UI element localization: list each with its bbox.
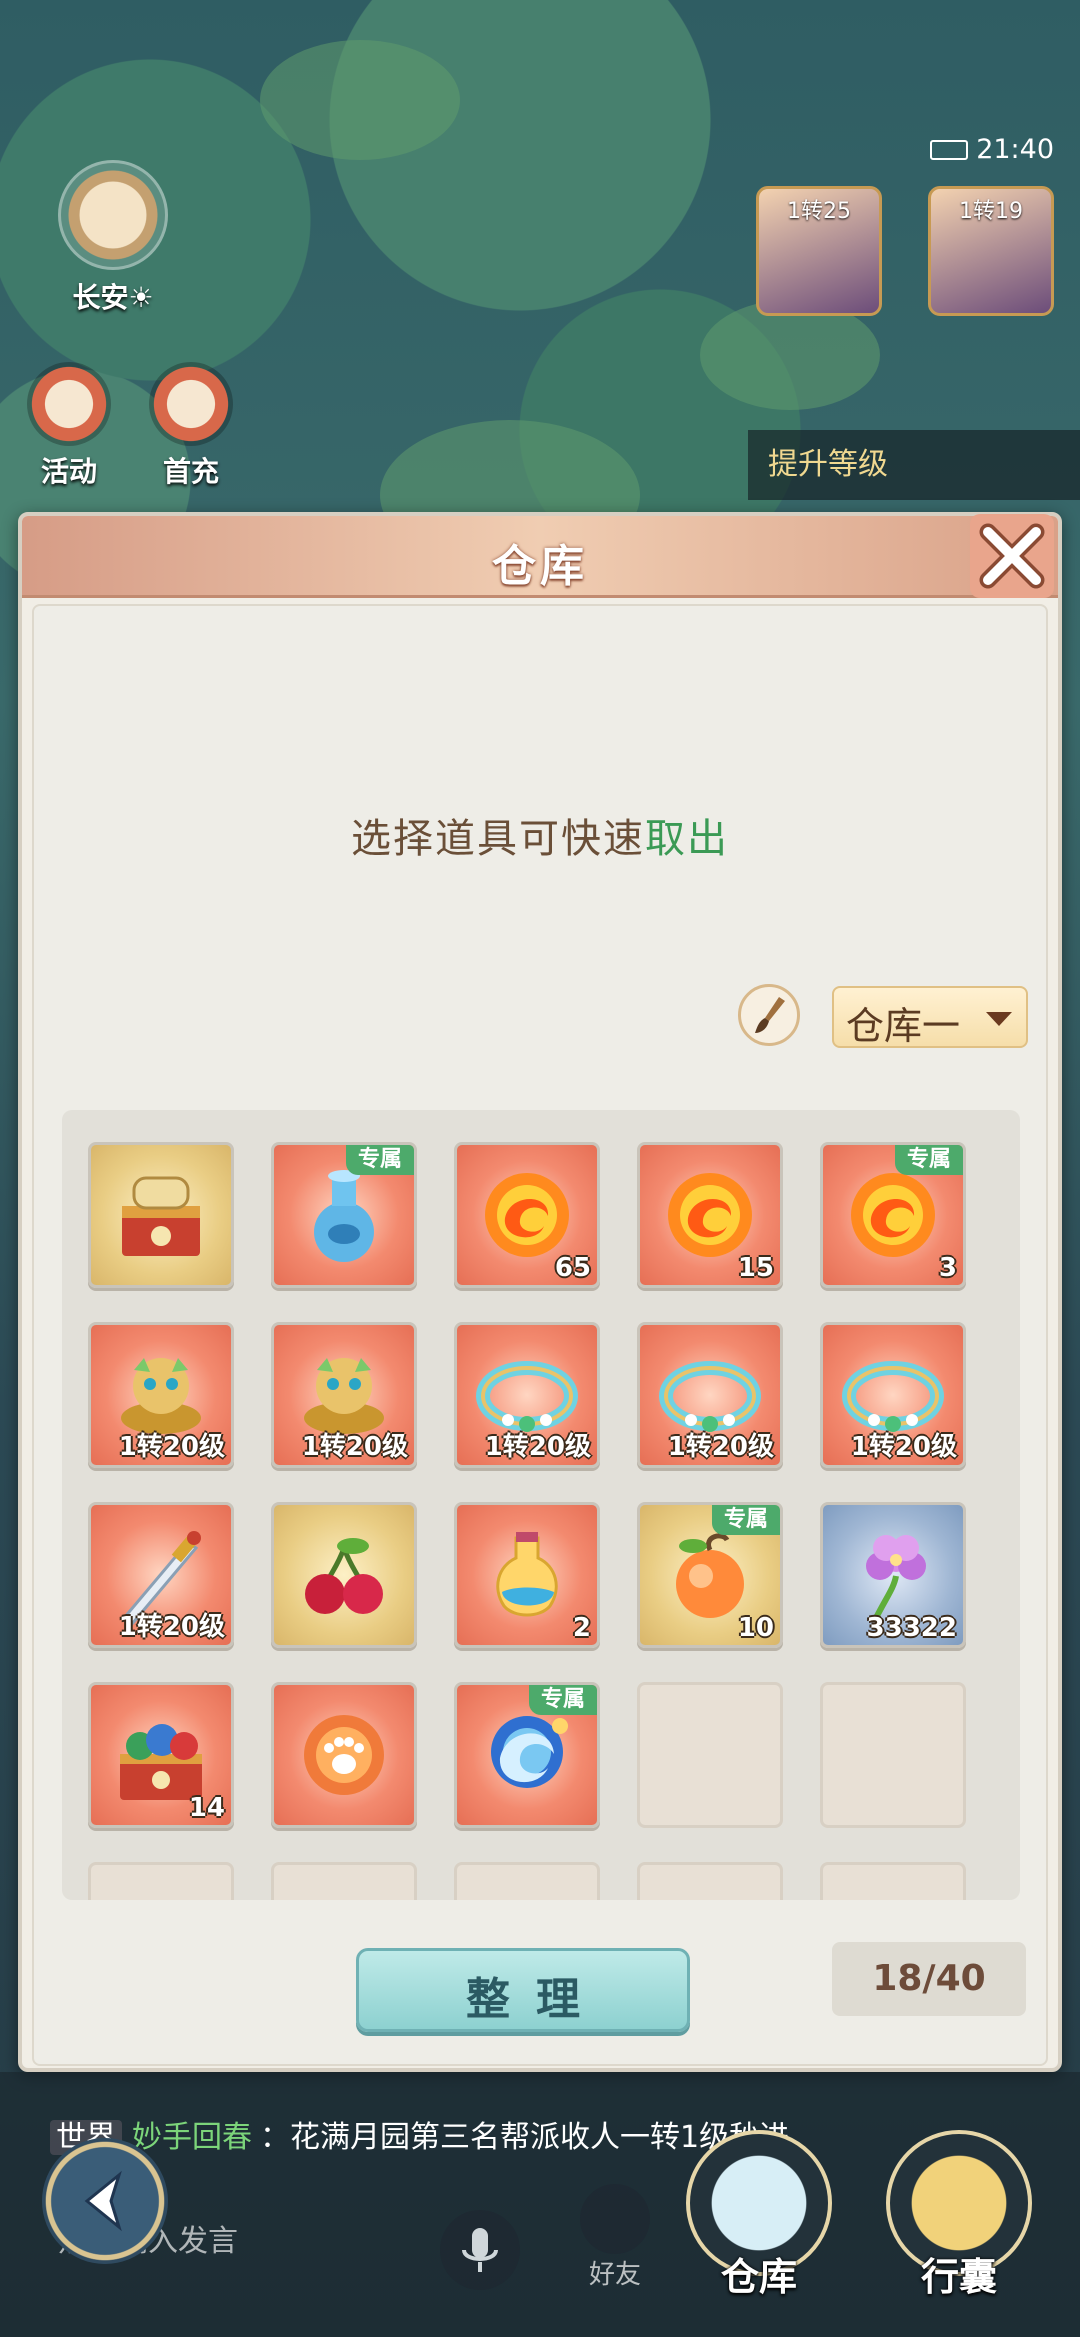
fire-orb-icon [851,1173,935,1257]
scroll-chest-icon [122,1176,200,1256]
activity-label: 活动 [40,455,97,488]
item-slot[interactable]: 15 [637,1142,783,1288]
friends-label: 好友 [588,2260,641,2290]
item-slot[interactable]: 1转20级 [637,1322,783,1468]
blue-spirit-orb-icon [491,1716,568,1788]
nav-bag-button[interactable]: 行囊 [884,2130,1034,2337]
nav-warehouse-button[interactable]: 仓库 [684,2130,834,2337]
empty-slot [820,1862,966,1900]
item-grid: 专属 65 15 专属 3 1转20级 1转20级 1转20级 1转20级 1转20级 1转20级 2… [62,1110,1020,1900]
activity-button[interactable]: 活动 [24,362,114,490]
item-count: 1转20级 [484,1432,591,1462]
item-slot[interactable]: 1转20级 [271,1322,417,1468]
panel-body: 选择道具可快速取出 仓库一 专属 65 15 专属 3 1转20级 1转20级 1转20级 1转… [32,604,1048,2066]
empty-slot [454,1862,600,1900]
warehouse-select-label: 仓库一 [846,1004,961,1048]
item-slot[interactable]: 2 [454,1502,600,1648]
item-count: 2 [572,1613,591,1643]
item-count: 10 [737,1613,774,1643]
item-count: 1转20级 [850,1432,957,1462]
quest-text: 提升等级 [768,447,888,482]
item-count: 65 [554,1253,591,1283]
item-slot[interactable] [271,1682,417,1828]
item-slot[interactable]: 1转20级 [820,1322,966,1468]
item-slot[interactable]: 14 [88,1682,234,1828]
city-gate-icon [58,160,168,270]
item-slot[interactable] [88,1142,234,1288]
hint-prefix: 选择道具可快速 [351,816,645,862]
warehouse-select[interactable]: 仓库一 [832,986,1028,1048]
city-label: 长安☀ [72,281,154,314]
first-recharge-label: 首充 [162,455,219,488]
item-slot[interactable]: 专属 3 [820,1142,966,1288]
exclusive-tag: 专属 [529,1685,597,1715]
item-slot[interactable]: 1转20级 [88,1502,234,1648]
sort-button[interactable]: 整理 [356,1948,690,2032]
item-slot[interactable] [271,1502,417,1648]
close-icon [970,514,1054,598]
friends-icon [580,2184,650,2254]
paw-orb-icon [304,1715,384,1795]
exclusive-tag: 专属 [895,1145,963,1175]
battery-icon [930,140,968,160]
potion-icon [496,1532,558,1617]
item-count: 15 [737,1253,774,1283]
voice-button[interactable] [440,2210,520,2290]
empty-slot [271,1862,417,1900]
close-button[interactable] [966,510,1058,602]
item-count: 14 [188,1793,225,1823]
item-count: 1转20级 [301,1432,408,1462]
exclusive-tag: 专属 [346,1145,414,1175]
item-slot[interactable]: 33322 [820,1502,966,1648]
item-slot[interactable]: 1转20级 [454,1322,600,1468]
hint-text: 选择道具可快速取出 [34,806,1046,864]
player-level: 1转19 [959,199,1023,224]
exclusive-tag: 专属 [712,1505,780,1535]
nav-bag-label: 行囊 [920,2255,997,2299]
capacity-counter: 18/40 [832,1942,1026,2016]
quest-tracker[interactable]: 提升等级 [748,430,1080,500]
friends-button[interactable]: 好友 [570,2184,660,2294]
spirit-vase-icon [314,1170,374,1262]
empty-slot [820,1682,966,1828]
clock: 21:40 [976,134,1054,165]
back-button[interactable] [42,2138,168,2264]
activity-icon [27,362,111,446]
item-slot[interactable]: 专属 [271,1142,417,1288]
sort-button-label: 整理 [466,1974,606,2025]
empty-slot [637,1682,783,1828]
gift-box-icon [149,362,233,446]
pet-portrait[interactable]: 1转25 [756,186,882,316]
item-slot[interactable]: 65 [454,1142,600,1288]
item-count: 1转20级 [667,1432,774,1462]
panel-title: 仓库 [492,541,588,592]
arrow-left-icon [84,2170,122,2232]
item-count: 33322 [866,1613,957,1643]
player-portrait[interactable]: 1转19 [928,186,1054,316]
item-slot[interactable]: 专属 [454,1682,600,1828]
microphone-icon [462,2228,498,2272]
quick-store-button[interactable] [738,984,800,1046]
city-button[interactable]: 长安☀ [48,160,178,316]
chat-sender: 妙手回春 [132,2120,252,2155]
item-slot[interactable]: 1转20级 [88,1322,234,1468]
hint-accent: 取出 [645,816,729,862]
pet-level: 1转25 [787,199,851,224]
brush-icon [755,997,785,1033]
caret-down-icon [986,1012,1012,1026]
item-count: 1转20级 [118,1432,225,1462]
nav-warehouse-label: 仓库 [720,2255,797,2299]
chat-message[interactable]: 世界 妙手回春 ：花满月园第三名帮派收人一转1级秒进 [50,2112,789,2156]
item-count: 1转20级 [118,1612,225,1642]
first-recharge-button[interactable]: 首充 [146,362,236,490]
empty-slot [88,1862,234,1900]
cherry-icon [305,1538,383,1614]
warehouse-panel: 仓库 选择道具可快速取出 仓库一 专属 65 15 专属 3 1转20级 1转20级 1转20… [18,512,1062,2072]
empty-slot [637,1862,783,1900]
item-count: 3 [938,1253,957,1283]
item-slot[interactable]: 专属 10 [637,1502,783,1648]
panel-header: 仓库 [22,516,1058,598]
